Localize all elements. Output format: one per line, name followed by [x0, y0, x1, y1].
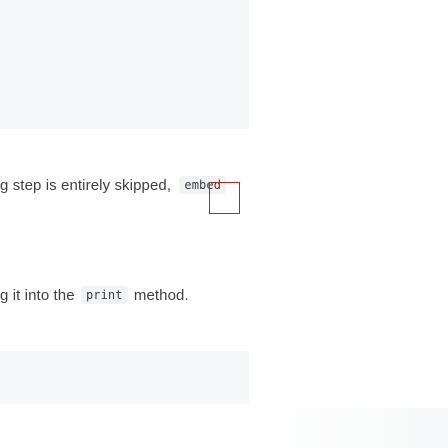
paragraph-text: method.	[129, 287, 189, 304]
paragraph-text: g it into the	[0, 287, 79, 304]
inline-code-print: print	[80, 286, 128, 304]
documentation-page: g step is entirely skipped, embed g it i…	[0, 0, 448, 448]
paragraph-text: g step is entirely skipped,	[0, 177, 176, 194]
code-block	[0, 351, 249, 404]
fade-overlay	[248, 408, 448, 448]
inline-code-embed: embed	[179, 176, 227, 194]
paragraph: g step is entirely skipped, embed	[0, 176, 228, 196]
code-block	[0, 0, 249, 129]
paragraph: g it into the print method.	[0, 286, 189, 306]
